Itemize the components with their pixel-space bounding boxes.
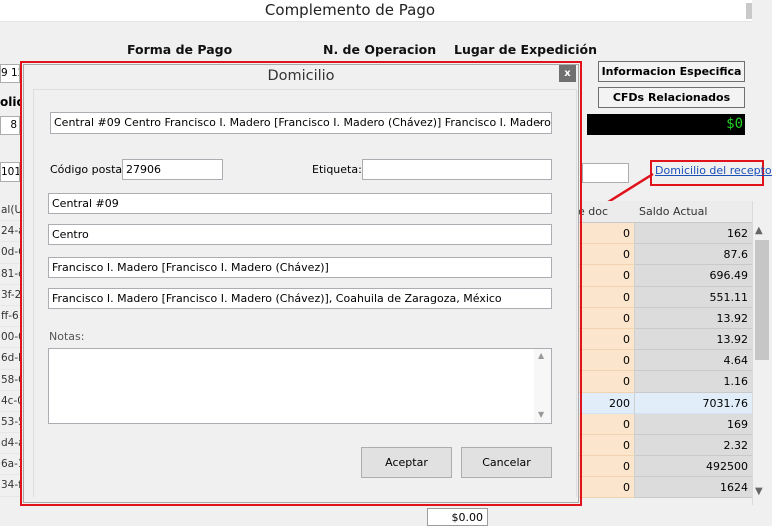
saldo-cell: 1.16	[635, 371, 752, 393]
grid-scroll-thumb[interactable]	[755, 240, 769, 360]
left-col-cell: 53-5	[0, 412, 22, 434]
left-col-cell: d4-a	[0, 433, 22, 455]
address-select[interactable]: Central #09 Centro Francisco I. Madero […	[50, 112, 552, 134]
total-amount: $0.00	[427, 508, 488, 526]
table-row[interactable]: 0 13.92	[578, 307, 752, 329]
table-row[interactable]: 0 4.64	[578, 350, 752, 372]
partial-field-c[interactable]: 101	[0, 162, 20, 182]
doc-cell: 200	[578, 392, 635, 414]
doc-cell: 0	[578, 307, 635, 329]
forma-de-pago-label: Forma de Pago	[127, 42, 233, 57]
doc-cell: 0	[578, 413, 635, 435]
informacion-especifica-button[interactable]: Informacion Especifica	[598, 61, 745, 82]
table-row-selected[interactable]: 200 7031.76	[578, 392, 752, 414]
saldo-cell: 2.32	[635, 434, 752, 457]
left-col-cell: 00-0	[0, 327, 22, 349]
calle-input[interactable]: Central #09	[48, 193, 552, 214]
localidad-input[interactable]: Francisco I. Madero [Francisco I. Madero…	[48, 257, 552, 278]
cfds-relacionados-button[interactable]: CFDs Relacionados	[598, 87, 745, 108]
cancelar-button[interactable]: Cancelar	[461, 447, 552, 478]
saldo-cell: 13.92	[635, 307, 752, 329]
saldo-cell: 551.11	[635, 286, 752, 308]
doc-cell: 0	[578, 350, 635, 372]
left-col-cell: 81-c	[0, 264, 22, 285]
grid-rows: 0 162 0 87.6 0 696.49 0 551.11 0 13.92 0 13.92…	[578, 223, 752, 499]
doc-cell: 0	[578, 456, 635, 478]
doc-cell: 0	[578, 371, 635, 393]
etiqueta-label: Etiqueta:	[312, 163, 362, 176]
notas-scroll-down-icon[interactable]: ▼	[538, 410, 544, 419]
notas-scroll-up-icon[interactable]: ▲	[538, 351, 544, 360]
saldo-cell: 696.49	[635, 265, 752, 287]
table-row[interactable]: 0 696.49	[578, 265, 752, 287]
aceptar-button[interactable]: Aceptar	[361, 447, 452, 478]
colonia-input[interactable]: Centro	[48, 224, 552, 245]
lugar-expedicion-label: Lugar de Expedición	[454, 42, 597, 57]
doc-cell: 0	[578, 244, 635, 266]
saldo-cell: 13.92	[635, 328, 752, 351]
left-col-cell: 34-f	[0, 475, 22, 497]
notas-label: Notas:	[49, 330, 85, 343]
saldo-cell: 169	[635, 413, 752, 435]
partial-field-b[interactable]: 8	[0, 116, 20, 135]
domicilio-receptor-link[interactable]: Domicilio del receptor	[655, 164, 772, 177]
table-row[interactable]: 0 87.6	[578, 244, 752, 266]
saldo-display: $0	[587, 114, 745, 135]
table-row[interactable]: 0 162	[578, 223, 752, 245]
doc-cell: 0	[578, 434, 635, 457]
left-col-cell: 58-0	[0, 370, 22, 391]
left-col-cell: 0d-6	[0, 242, 22, 264]
left-col-cell: ff-6	[0, 306, 22, 328]
numero-operacion-label: N. de Operacion	[323, 42, 437, 57]
saldo-cell: 162	[635, 223, 752, 245]
doc-cell: 0	[578, 286, 635, 308]
left-col-cell: 3f-2	[0, 285, 22, 306]
left-col-cell: 24-a	[0, 221, 22, 243]
left-col-cell: 4c-0	[0, 391, 22, 412]
notas-textarea[interactable]	[48, 348, 552, 424]
table-row[interactable]: 0 169	[578, 413, 752, 435]
partial-label-a: olio	[0, 95, 20, 109]
dialog-title: Domicilio	[267, 68, 335, 84]
left-col-cell: 6d-b	[0, 348, 22, 370]
table-row[interactable]: 0 551.11	[578, 286, 752, 308]
chevron-down-icon[interactable]: ⌄	[535, 114, 544, 127]
table-row[interactable]: 0 1.16	[578, 371, 752, 393]
col-doc-header[interactable]: e doc	[578, 205, 634, 218]
table-row[interactable]: 0 2.32	[578, 434, 752, 457]
scroll-up-arrow-icon[interactable]: ▲	[755, 225, 763, 236]
saldo-cell: 492500	[635, 456, 752, 478]
doc-cell: 0	[578, 223, 635, 245]
background-window-title: Complemento de Pago	[264, 1, 436, 19]
table-row[interactable]: 0 1624	[578, 477, 752, 499]
left-col-cell: 6a-1	[0, 454, 22, 476]
partial-field-a[interactable]: 9 12	[0, 64, 20, 83]
etiqueta-input[interactable]	[362, 159, 552, 180]
saldo-cell: 1624	[635, 477, 752, 499]
left-col-cell: al(UU	[0, 200, 22, 222]
grid-left-partial-column: al(UU 24-a 0d-6 81-c 3f-2 ff-6 00-0 6d-b…	[0, 200, 22, 497]
codigo-postal-input[interactable]: 27906	[122, 159, 223, 180]
doc-cell: 0	[578, 265, 635, 287]
doc-cell: 0	[578, 328, 635, 351]
table-row[interactable]: 0 492500	[578, 456, 752, 478]
saldo-cell: 4.64	[635, 350, 752, 372]
doc-cell: 0	[578, 477, 635, 499]
codigo-postal-label: Código postal:	[50, 163, 129, 176]
table-row[interactable]: 0 13.92	[578, 328, 752, 351]
saldo-cell: 7031.76	[635, 392, 752, 414]
municipio-estado-pais-input[interactable]: Francisco I. Madero [Francisco I. Madero…	[48, 288, 552, 309]
dialog-close-button[interactable]: x	[559, 65, 576, 82]
col-saldo-actual-header[interactable]: Saldo Actual	[639, 205, 707, 218]
scroll-down-arrow-icon[interactable]: ▼	[755, 486, 763, 497]
saldo-cell: 87.6	[635, 244, 752, 266]
